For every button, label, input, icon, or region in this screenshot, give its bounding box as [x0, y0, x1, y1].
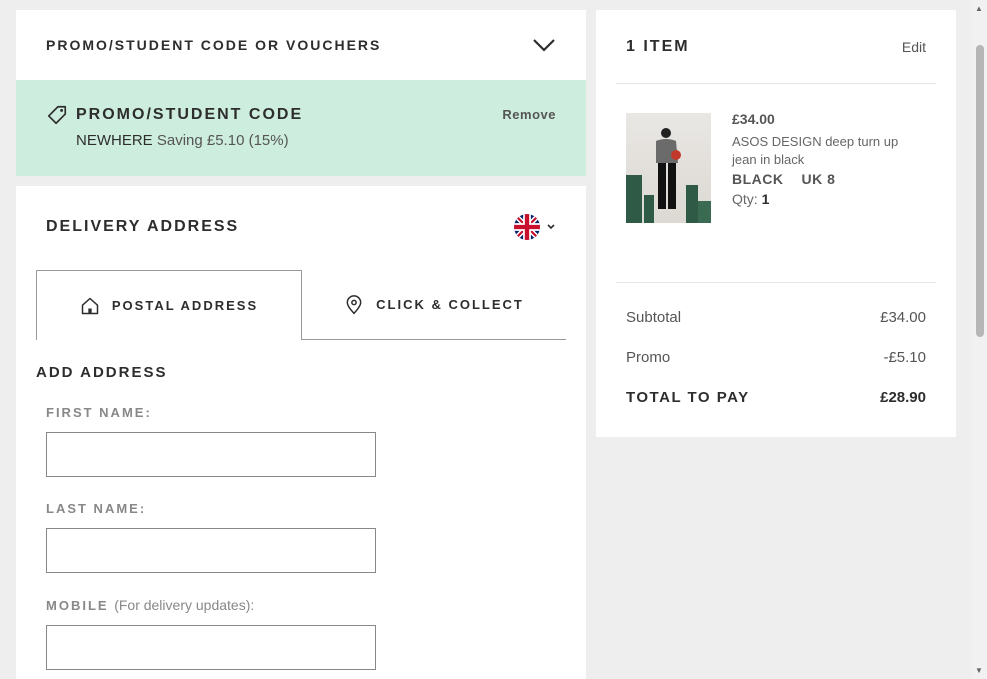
item-variant: BLACK UK 8	[732, 171, 912, 187]
bag-item: £34.00 ASOS DESIGN deep turn up jean in …	[616, 84, 936, 283]
last-name-label: LAST NAME:	[46, 501, 566, 516]
promo-code-value: NEWHERE	[76, 132, 153, 149]
last-name-label-text: LAST NAME:	[46, 501, 147, 516]
last-name-field[interactable]	[46, 528, 376, 573]
item-name[interactable]: ASOS DESIGN deep turn up jean in black	[732, 133, 912, 169]
product-photo-icon	[626, 128, 711, 223]
tab-click-collect-label: CLICK & COLLECT	[376, 297, 524, 312]
order-summary-column: 1 ITEM Edit £34.00 ASOS DESIGN deep turn…	[596, 10, 956, 437]
mobile-hint: (For delivery updates):	[114, 597, 255, 613]
edit-bag-link[interactable]: Edit	[902, 39, 926, 55]
house-icon	[81, 297, 99, 314]
total-label: TOTAL TO PAY	[626, 389, 750, 406]
remove-promo-button[interactable]: Remove	[502, 107, 556, 122]
total-value: £28.90	[880, 389, 926, 406]
location-pin-icon	[346, 294, 362, 314]
qty-value: 1	[761, 191, 770, 207]
summary-title: 1 ITEM	[626, 37, 690, 55]
tab-postal-label: POSTAL ADDRESS	[111, 298, 259, 313]
tab-postal-address[interactable]: POSTAL ADDRESS	[36, 270, 302, 340]
uk-flag-icon	[514, 214, 540, 240]
promo-accordion-title: PROMO/STUDENT CODE OR VOUCHERS	[46, 37, 382, 53]
promo-saving-text: Saving £5.10 (15%)	[156, 132, 289, 149]
mobile-label-text: MOBILE	[46, 598, 109, 613]
applied-promo-title: PROMO/STUDENT CODE	[76, 106, 304, 123]
chevron-down-icon	[547, 224, 555, 230]
subtotal-label: Subtotal	[626, 309, 682, 326]
order-summary: 1 ITEM Edit £34.00 ASOS DESIGN deep turn…	[596, 10, 956, 437]
delivery-address-section: DELIVERY ADDRESS POSTAL ADDRESS CLICK & …	[16, 186, 586, 679]
mobile-label: MOBILE (For delivery updates):	[46, 597, 566, 613]
subtotal-line: Subtotal £34.00	[616, 309, 936, 326]
item-price: £34.00	[732, 111, 775, 127]
product-thumbnail[interactable]	[626, 113, 711, 223]
price-tag-icon	[47, 105, 67, 125]
chevron-down-icon[interactable]	[532, 33, 556, 57]
scroll-down-arrow-icon[interactable]: ▼	[975, 666, 983, 675]
subtotal-value: £34.00	[880, 309, 926, 326]
delivery-title: DELIVERY ADDRESS	[46, 218, 240, 235]
qty-label: Qty:	[732, 191, 758, 207]
item-quantity: Qty: 1	[732, 191, 912, 207]
promo-value: -£5.10	[883, 349, 926, 366]
promo-saving-line: NEWHERE Saving £5.10 (15%)	[76, 132, 556, 149]
first-name-field[interactable]	[46, 432, 376, 477]
checkout-left-column: PROMO/STUDENT CODE OR VOUCHERS PROMO/STU…	[16, 10, 586, 679]
scrollbar-thumb[interactable]	[976, 45, 984, 337]
promo-accordion-header[interactable]: PROMO/STUDENT CODE OR VOUCHERS	[16, 10, 586, 80]
item-colour: BLACK	[732, 171, 784, 187]
country-selector[interactable]	[514, 214, 556, 240]
first-name-label: FIRST NAME:	[46, 405, 566, 420]
add-address-title: ADD ADDRESS	[36, 364, 168, 381]
promo-label: Promo	[626, 349, 671, 366]
mobile-field[interactable]	[46, 625, 376, 670]
scroll-up-arrow-icon[interactable]: ▲	[975, 4, 983, 13]
item-size: UK 8	[801, 171, 836, 187]
promo-line: Promo -£5.10	[616, 349, 936, 366]
total-line: TOTAL TO PAY £28.90	[616, 389, 936, 406]
applied-promo-panel: PROMO/STUDENT CODE Remove NEWHERE Saving…	[16, 80, 586, 176]
tab-click-collect[interactable]: CLICK & COLLECT	[302, 270, 566, 340]
delivery-tabs: POSTAL ADDRESS CLICK & COLLECT	[36, 270, 566, 340]
first-name-label-text: FIRST NAME:	[46, 405, 152, 420]
page-scrollbar[interactable]: ▲ ▼	[972, 0, 987, 679]
